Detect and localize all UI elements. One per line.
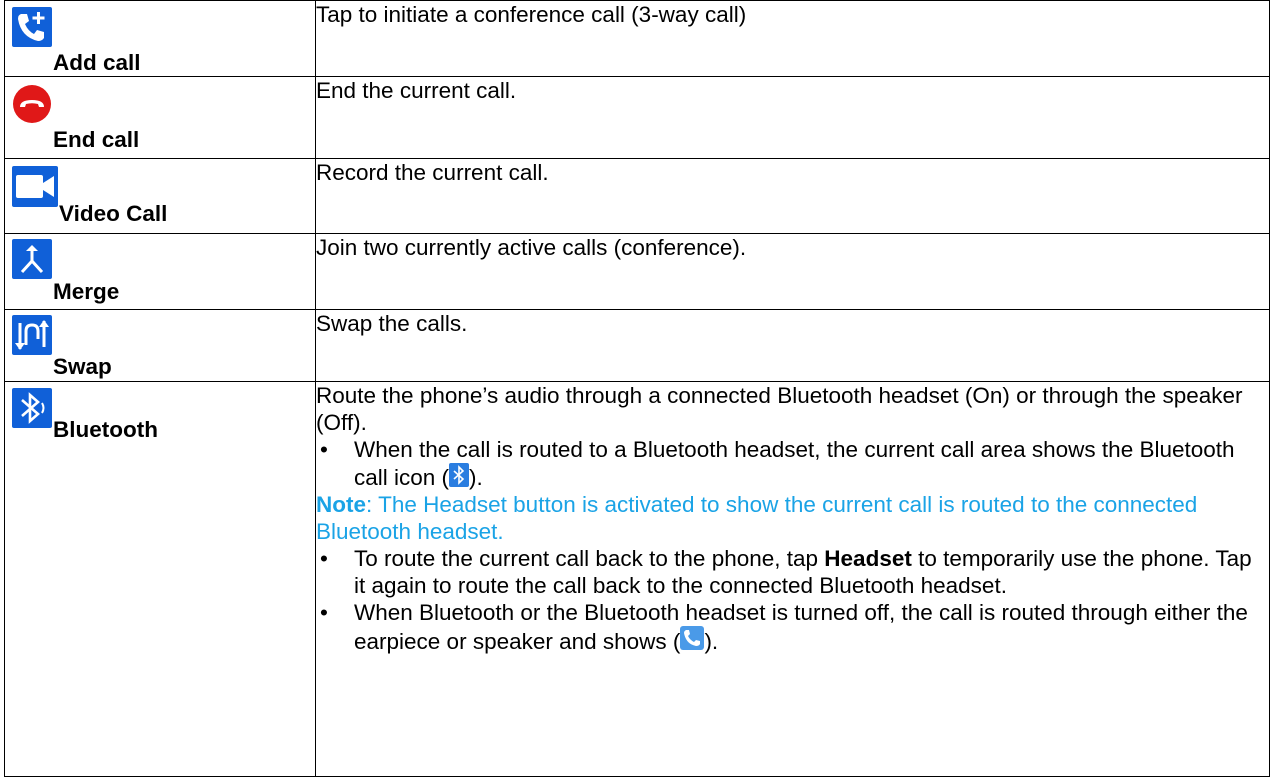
- feature-name-cell: Merge: [4, 233, 316, 310]
- feature-name: End call: [53, 127, 140, 152]
- bluetooth-description: Route the phone’s audio through a connec…: [315, 381, 1270, 777]
- bluetooth-call-icon: [449, 463, 470, 487]
- bullet-text: When the call is routed to a Bluetooth h…: [354, 437, 1235, 490]
- feature-name: Swap: [53, 354, 112, 379]
- feature-description: Tap to initiate a conference call (3-way…: [315, 0, 1270, 77]
- feature-name: Merge: [53, 279, 120, 304]
- feature-description: Swap the calls.: [315, 309, 1270, 382]
- table-row-add-call: Add call Tap to initiate a conference ca…: [4, 0, 1270, 77]
- end-call-icon: [12, 84, 52, 124]
- bullet-item: • To route the current call back to the …: [320, 546, 1252, 598]
- feature-name-cell: Swap: [4, 309, 316, 382]
- feature-description: Record the current call.: [315, 158, 1270, 234]
- call-features-table: Add call Tap to initiate a conference ca…: [4, 0, 1270, 777]
- feature-name-cell: Add call: [4, 0, 316, 77]
- merge-icon: [12, 239, 52, 279]
- feature-name-cell: Video Call: [4, 158, 316, 234]
- feature-description: Join two currently active calls (confere…: [315, 233, 1270, 310]
- feature-name-cell: End call: [4, 76, 316, 159]
- bullet-item: • When the call is routed to a Bluetooth…: [320, 437, 1235, 490]
- bluetooth-intro: Route the phone’s audio through a connec…: [316, 383, 1243, 435]
- feature-name-cell: Bluetooth: [4, 381, 316, 777]
- feature-name: Add call: [53, 50, 141, 75]
- table-row-bluetooth: Bluetooth Route the phone’s audio throug…: [4, 381, 1270, 777]
- video-call-icon: [12, 166, 58, 207]
- add-call-icon: [12, 7, 52, 47]
- feature-description: End the current call.: [315, 76, 1270, 159]
- bluetooth-icon: [12, 388, 52, 428]
- note-text: Note: The Headset button is activated to…: [316, 492, 1198, 544]
- table-row-video-call: Video Call Record the current call.: [4, 158, 1270, 234]
- table-row-merge: Merge Join two currently active calls (c…: [4, 233, 1270, 310]
- table-row-swap: Swap Swap the calls.: [4, 309, 1270, 382]
- feature-name: Bluetooth: [53, 417, 158, 442]
- phone-call-icon: [680, 626, 705, 650]
- table-row-end-call: End call End the current call.: [4, 76, 1270, 159]
- swap-icon: [12, 315, 52, 355]
- feature-name: Video Call: [59, 201, 168, 226]
- bullet-item: • When Bluetooth or the Bluetooth headse…: [320, 600, 1248, 654]
